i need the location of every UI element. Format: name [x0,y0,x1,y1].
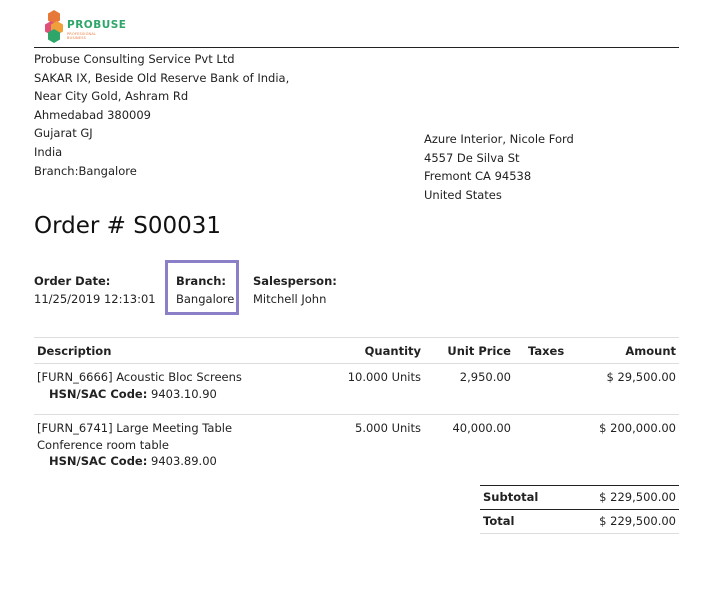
line-description: [FURN_6741] Large Meeting Table [37,421,233,435]
line-extra-description: Conference room table [37,437,169,452]
customer-city: Fremont CA 94538 [424,169,532,184]
salesperson-block: Salesperson: Mitchell John [253,272,337,308]
company-city: Ahmedabad 380009 [34,107,151,122]
hsn-label: HSN/SAC Code: [49,454,148,468]
company-country: India [34,144,63,159]
table-row: [FURN_6666] Acoustic Bloc Screens HSN/SA… [34,363,679,415]
subtotal-label: Subtotal [480,485,565,510]
logo-hexagons-icon [45,10,63,43]
branch-value: Bangalore [176,292,235,306]
company-logo: PROBUSE PROFESSIONAL BUSINESS [44,8,126,44]
total-label: Total [480,509,565,534]
hsn-value: 9403.10.90 [147,386,217,401]
subtotal-value: $ 229,500.00 [564,485,679,510]
logo-text: PROBUSE [67,19,127,31]
col-description: Description [34,337,324,364]
company-branch: Branch:Bangalore [34,163,137,178]
company-address-line: SAKAR IX, Beside Old Reserve Bank of Ind… [34,70,290,85]
line-taxes [514,363,574,415]
line-quantity: 10.000 Units [324,363,424,415]
header-divider [34,47,679,48]
table-row: [FURN_6741] Large Meeting Table Conferen… [34,415,679,482]
customer-street: 4557 De Silva St [424,150,520,165]
totals-table: Subtotal $ 229,500.00 Total $ 229,500.00 [480,485,679,534]
col-taxes: Taxes [514,337,574,364]
hsn-label: HSN/SAC Code: [49,386,148,401]
branch-block-highlight: Branch: Bangalore [165,260,239,315]
company-address: Probuse Consulting Service Pvt Ltd SAKAR… [34,50,289,180]
company-name: Probuse Consulting Service Pvt Ltd [34,52,235,66]
col-amount: Amount [574,337,679,364]
subtotal-row: Subtotal $ 229,500.00 [480,485,679,510]
order-date-label: Order Date: [34,274,111,288]
line-description: [FURN_6666] Acoustic Bloc Screens [37,370,242,384]
company-state: Gujarat GJ [34,126,93,141]
line-amount: $ 200,000.00 [599,421,676,435]
line-quantity: 5.000 Units [355,421,421,435]
line-hsn: HSN/SAC Code: 9403.89.00 [37,453,321,470]
order-lines-table: Description Quantity Unit Price Taxes Am… [34,337,679,482]
customer-name: Azure Interior, Nicole Ford [424,132,574,146]
line-taxes [514,415,574,482]
line-hsn: HSN/SAC Code: 9403.10.90 [37,386,321,403]
customer-address: Azure Interior, Nicole Ford 4557 De Silv… [424,130,574,204]
branch-label: Branch: [176,274,226,288]
line-unit-price: 40,000.00 [452,421,511,435]
line-amount: $ 29,500.00 [574,363,679,415]
salesperson-value: Mitchell John [253,292,327,306]
table-header-row: Description Quantity Unit Price Taxes Am… [34,337,679,364]
company-address-line: Near City Gold, Ashram Rd [34,89,189,104]
col-unit-price: Unit Price [424,337,514,364]
total-value: $ 229,500.00 [564,509,679,534]
order-date-value: 11/25/2019 12:13:01 [34,292,156,306]
col-quantity: Quantity [324,337,424,364]
hsn-value: 9403.89.00 [147,454,217,468]
logo-tagline: PROFESSIONAL BUSINESS [67,32,97,40]
customer-country: United States [424,187,502,202]
order-title: Order # S00031 [34,213,222,239]
salesperson-label: Salesperson: [253,274,337,288]
order-date-block: Order Date: 11/25/2019 12:13:01 [34,272,156,308]
total-row: Total $ 229,500.00 [480,509,679,534]
line-unit-price: 2,950.00 [424,363,514,415]
